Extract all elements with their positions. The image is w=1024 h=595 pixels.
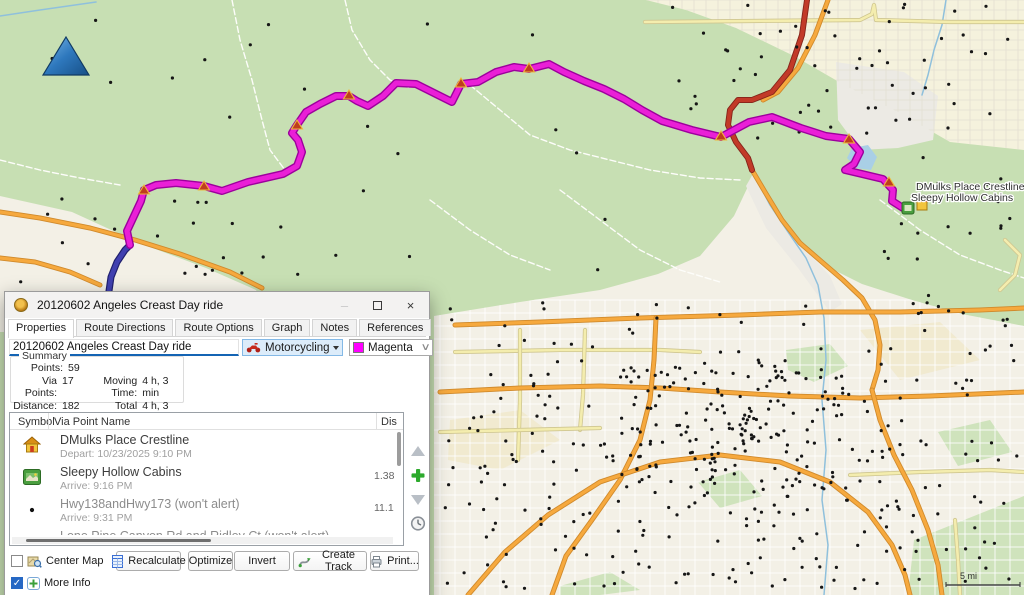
via-point-distance: 12.6 [374,534,396,535]
activity-value: Motorcycling [265,342,330,354]
move-up-button[interactable] [408,443,428,460]
dialog-title: 20120602 Angeles Creast Day ride [37,298,223,312]
tab-graph[interactable]: Graph [264,319,311,336]
application-window: DMulks Place Crestline Sleepy Hollow Cabi… [0,0,1024,595]
via-point-time: Depart: 10/23/2025 9:10 PM [60,448,368,460]
track-icon [298,555,311,568]
activity-dropdown[interactable]: Motorcycling [242,339,343,356]
via-point-row[interactable]: Hwy138andHwy173 (won't alert)Arrive: 9:3… [10,494,396,526]
via-point-row[interactable]: Sleepy Hollow CabinsArrive: 9:16 PM 1.38 [10,462,396,494]
color-swatch [353,342,364,353]
color-value: Magenta [368,342,413,354]
summary-row: Via Points:17Moving Time:4 h, 3 min [11,375,183,400]
more-info-control[interactable]: ✓ More Info [11,575,90,591]
cabin-icon [23,469,41,488]
table-header: Symbol Via Point Name Dis [10,413,403,430]
more-info-icon [27,577,40,590]
list-controls [406,443,430,532]
maximize-icon [373,301,382,310]
create-track-button[interactable]: Create Track [293,551,367,571]
dropdown-caret-icon [333,346,339,350]
via-point-name: Hwy138andHwy173 (won't alert) [60,497,368,511]
via-point-time: Arrive: 9:31 PM [60,512,368,524]
route-color-dropdown[interactable]: Magenta ∨ [349,339,433,356]
tab-route-options[interactable]: Route Options [175,319,261,336]
via-point-time: Arrive: 9:16 PM [60,480,368,492]
route-icon [14,298,28,312]
via-point-name: Lone Pine Canyon Rd and Ridley Ct (won't… [60,529,368,535]
header-via-point-name: Via Point Name [54,416,130,428]
dialog-titlebar[interactable]: 20120602 Angeles Creast Day ride – × [5,292,429,318]
close-button[interactable]: × [394,292,427,318]
tab-references[interactable]: References [359,319,431,336]
summary-row: Points:59 [11,362,183,375]
chevron-down-icon: ∨ [420,342,430,353]
center-map-label: Center Map [46,555,103,567]
recalculate-button[interactable]: Recalculate [116,551,181,571]
center-map-checkbox[interactable] [11,555,23,567]
print-icon [370,555,383,568]
more-info-label: More Info [44,577,90,589]
more-info-checkbox[interactable]: ✓ [11,577,23,589]
optimize-button[interactable]: Optimize [188,551,233,571]
tab-notes[interactable]: Notes [312,319,357,336]
map-label: Sleepy Hollow Cabins [911,192,1013,204]
header-symbol: Symbol [18,416,55,428]
tab-properties[interactable]: Properties [8,319,74,338]
tab-bar: PropertiesRoute DirectionsRoute OptionsG… [8,319,426,337]
print-button[interactable]: Print... [370,551,419,571]
vertical-scrollbar[interactable] [397,432,401,532]
tab-route-directions[interactable]: Route Directions [76,319,173,336]
via-point-distance: 11.1 [374,502,396,514]
summary-groupbox: Summary Points:59Via Points:17Moving Tim… [10,356,184,403]
summary-legend: Summary [19,350,70,362]
via-point-row[interactable]: Lone Pine Canyon Rd and Ridley Ct (won't… [10,526,396,535]
center-map-control[interactable]: Center Map [11,551,103,571]
calc-icon [111,555,124,568]
house-icon [23,436,41,456]
add-point-button[interactable] [408,467,428,484]
route-properties-dialog: 20120602 Angeles Creast Day ride – × Pro… [4,291,430,595]
maximize-button[interactable] [361,292,394,318]
minimize-button[interactable]: – [328,292,361,318]
dot-icon [29,504,35,516]
via-point-name: DMulks Place Crestline [60,433,368,447]
horizontal-scrollbar[interactable] [12,537,393,544]
schedule-button[interactable] [408,515,428,532]
via-point-name: Sleepy Hollow Cabins [60,465,368,479]
center-map-icon [27,555,42,568]
header-distance: Dis [381,416,397,428]
scale-label: 5 mi [960,571,977,581]
via-point-distance: 1.38 [374,470,396,482]
via-point-row[interactable]: DMulks Place CrestlineDepart: 10/23/2025… [10,430,396,462]
via-points-table: Symbol Via Point Name Dis DMulks Place C… [9,412,404,546]
move-down-button[interactable] [408,491,428,508]
invert-button[interactable]: Invert [234,551,290,571]
motorcycle-icon [246,342,261,353]
